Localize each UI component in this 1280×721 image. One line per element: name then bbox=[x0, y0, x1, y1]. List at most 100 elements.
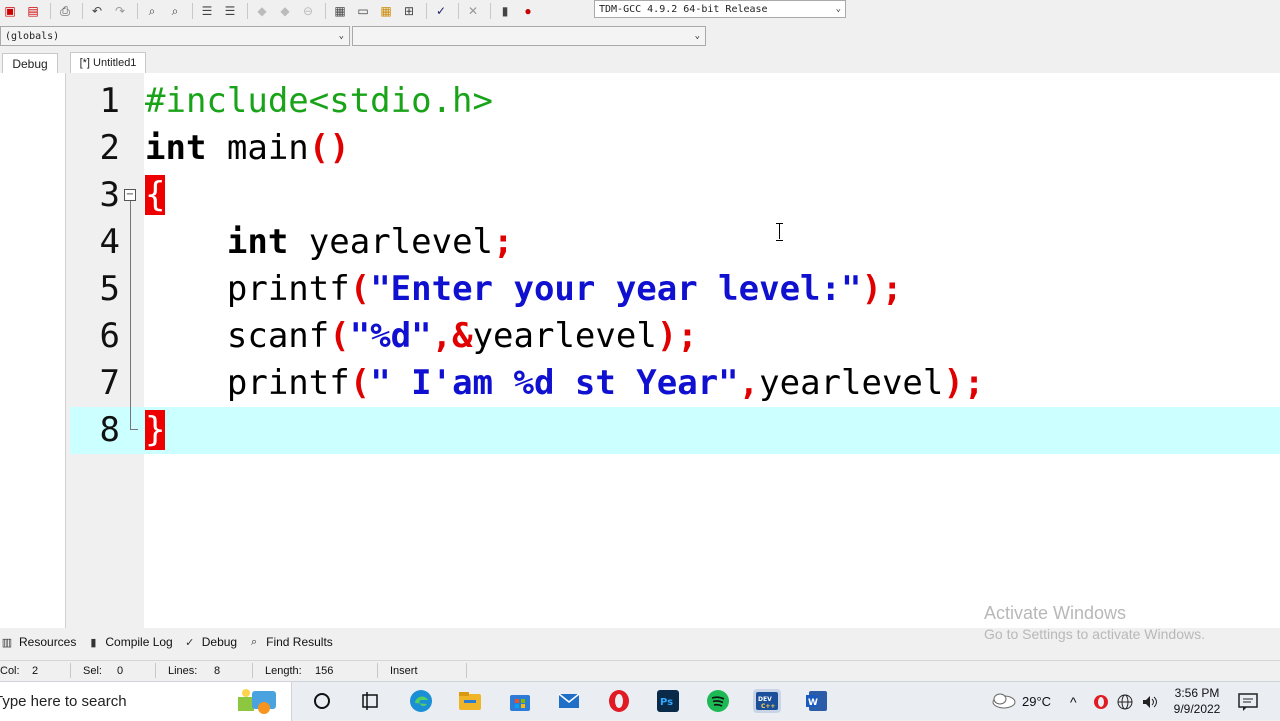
function-select[interactable]: ⌄ bbox=[352, 26, 706, 46]
chevron-down-icon: ⌄ bbox=[835, 4, 841, 14]
unindent-icon[interactable]: ☰ bbox=[220, 2, 240, 20]
code-line[interactable]: 5 printf("Enter your year level:"); bbox=[70, 266, 1280, 313]
code-token: , bbox=[738, 363, 760, 403]
toolbar-divider bbox=[247, 3, 248, 19]
temperature-label: 29°C bbox=[1022, 694, 1052, 709]
photoshop-icon[interactable]: Ps bbox=[656, 689, 680, 713]
notifications-icon[interactable] bbox=[1238, 682, 1258, 721]
status-lines-label: Lines: bbox=[168, 665, 198, 677]
network-icon[interactable] bbox=[1117, 682, 1133, 721]
toolbar-divider bbox=[82, 3, 83, 19]
weather-tray[interactable]: 29°C bbox=[990, 682, 1051, 721]
code-token: yearlevel bbox=[472, 316, 657, 356]
chart-icon[interactable]: ▮ bbox=[495, 2, 515, 20]
code-line[interactable]: 8} bbox=[70, 407, 1280, 454]
task-view-icon[interactable] bbox=[358, 689, 382, 713]
word-icon[interactable]: W bbox=[805, 689, 829, 713]
code-token: "Enter your year level:" bbox=[370, 269, 862, 309]
status-divider bbox=[377, 663, 378, 678]
full-screen-icon[interactable]: ▭ bbox=[353, 2, 373, 20]
tab-compile-log[interactable]: ▮ Compile Log bbox=[86, 635, 172, 649]
file-explorer-icon[interactable] bbox=[458, 689, 482, 713]
weather-widget-icon[interactable] bbox=[234, 687, 280, 715]
edge-icon[interactable] bbox=[409, 689, 433, 713]
tab-debug[interactable]: Debug bbox=[2, 53, 58, 73]
new-window-icon[interactable]: ▦ bbox=[330, 2, 350, 20]
code-token: { bbox=[145, 175, 166, 215]
main-toolbar: ▣ ▤ ⎙ ↶ ↷ ⌕ ⌕ ☰ ☰ ◆ ◆ ⊖ ▦ ▭ ▦ ⊞ ✓ ✕ ▮ ● … bbox=[0, 0, 1280, 22]
print-icon[interactable]: ⎙ bbox=[55, 2, 75, 20]
code-line[interactable]: 6 scanf("%d",&yearlevel); bbox=[70, 313, 1280, 360]
grid-icon[interactable]: ▦ bbox=[376, 2, 396, 20]
code-line[interactable]: 3{ bbox=[70, 172, 1280, 219]
tab-resources[interactable]: ▥ Resources bbox=[0, 635, 77, 649]
mail-icon[interactable] bbox=[557, 689, 581, 713]
compiler-select-value: TDM-GCC 4.9.2 64-bit Release bbox=[599, 3, 768, 15]
cortana-icon[interactable] bbox=[310, 689, 334, 713]
compiler-select[interactable]: TDM-GCC 4.9.2 64-bit Release ⌄ bbox=[594, 0, 846, 18]
code-token: () bbox=[308, 128, 350, 168]
fold-line bbox=[130, 201, 131, 429]
scope-select-value: (globals) bbox=[5, 30, 60, 42]
find-icon[interactable]: ⌕ bbox=[142, 2, 162, 20]
find-results-icon: ⌕ bbox=[251, 635, 258, 648]
toolbar-divider bbox=[490, 3, 491, 19]
replace-icon[interactable]: ⌕ bbox=[165, 2, 185, 20]
code-line[interactable]: 2 int main() bbox=[70, 125, 1280, 172]
svg-text:DEV: DEV bbox=[758, 696, 772, 703]
line-number: 7 bbox=[99, 363, 120, 403]
svg-text:W: W bbox=[808, 698, 818, 708]
taskbar-search-placeholder: Type here to search bbox=[0, 693, 127, 710]
devcpp-icon[interactable]: DEV C++ bbox=[753, 689, 781, 713]
line-number: 8 bbox=[99, 410, 120, 450]
toolbar-divider bbox=[458, 3, 459, 19]
scope-select[interactable]: (globals) ⌄ bbox=[0, 26, 350, 46]
fold-toggle-icon[interactable]: − bbox=[124, 189, 136, 201]
close-icon[interactable]: ✕ bbox=[463, 2, 483, 20]
status-lines-value: 8 bbox=[214, 665, 221, 677]
bookmark-prev-icon[interactable]: ◆ bbox=[252, 2, 272, 20]
status-col-value: 2 bbox=[32, 665, 39, 677]
goto-icon[interactable]: ⊖ bbox=[298, 2, 318, 20]
chevron-up-icon[interactable]: ^ bbox=[1070, 682, 1077, 721]
code-text: printf(" I'am %d st Year",yearlevel); bbox=[145, 360, 984, 407]
store-icon[interactable] bbox=[508, 689, 532, 713]
line-number: 5 bbox=[99, 269, 120, 309]
code-token: ; bbox=[493, 222, 514, 262]
code-token: ,& bbox=[431, 316, 473, 356]
code-text: #include<stdio.h> bbox=[145, 78, 493, 125]
redo-icon[interactable]: ↷ bbox=[110, 2, 130, 20]
tab-untitled1[interactable]: [*] Untitled1 bbox=[70, 52, 146, 73]
undo-icon[interactable]: ↶ bbox=[87, 2, 107, 20]
bookmark-next-icon[interactable]: ◆ bbox=[275, 2, 295, 20]
profile-icon[interactable]: ● bbox=[518, 2, 538, 20]
check-icon[interactable]: ✓ bbox=[431, 2, 451, 20]
status-sel-label: Sel: bbox=[83, 665, 102, 677]
code-token: main bbox=[206, 128, 309, 168]
tab-find-results[interactable]: ⌕ Find Results bbox=[247, 635, 333, 649]
line-number: 1 bbox=[99, 81, 120, 121]
tiles-icon[interactable]: ⊞ bbox=[399, 2, 419, 20]
code-line[interactable]: 4 int yearlevel; bbox=[70, 219, 1280, 266]
status-length-value: 156 bbox=[315, 665, 334, 677]
code-editor[interactable]: 1 #include<stdio.h> 2 int main() 3{4 int yea… bbox=[70, 73, 1280, 628]
tab-compile-log-label: Compile Log bbox=[105, 635, 173, 649]
taskbar-search-box[interactable]: Type here to search bbox=[0, 682, 292, 721]
spotify-icon[interactable] bbox=[706, 689, 730, 713]
opera-tray-icon[interactable] bbox=[1093, 682, 1109, 721]
project-icon[interactable]: ▣ bbox=[0, 2, 20, 20]
code-text: int yearlevel; bbox=[145, 219, 514, 266]
tab-find-results-label: Find Results bbox=[266, 635, 333, 649]
chevron-down-icon: ⌄ bbox=[338, 31, 344, 41]
code-line[interactable]: 1 #include<stdio.h> bbox=[70, 78, 1280, 125]
code-line[interactable]: 7 printf(" I'am %d st Year",yearlevel); bbox=[70, 360, 1280, 407]
code-text: int main() bbox=[145, 125, 350, 172]
class-icon[interactable]: ▤ bbox=[23, 2, 43, 20]
code-text: scanf("%d",&yearlevel); bbox=[145, 313, 698, 360]
toolbar-divider bbox=[50, 3, 51, 19]
indent-icon[interactable]: ☰ bbox=[197, 2, 217, 20]
taskbar-clock[interactable]: 3:56 PM 9/9/2022 bbox=[1168, 685, 1226, 717]
volume-icon[interactable] bbox=[1141, 682, 1159, 721]
tab-debug-bottom[interactable]: ✓ Debug bbox=[183, 635, 237, 649]
opera-icon[interactable] bbox=[607, 689, 631, 713]
